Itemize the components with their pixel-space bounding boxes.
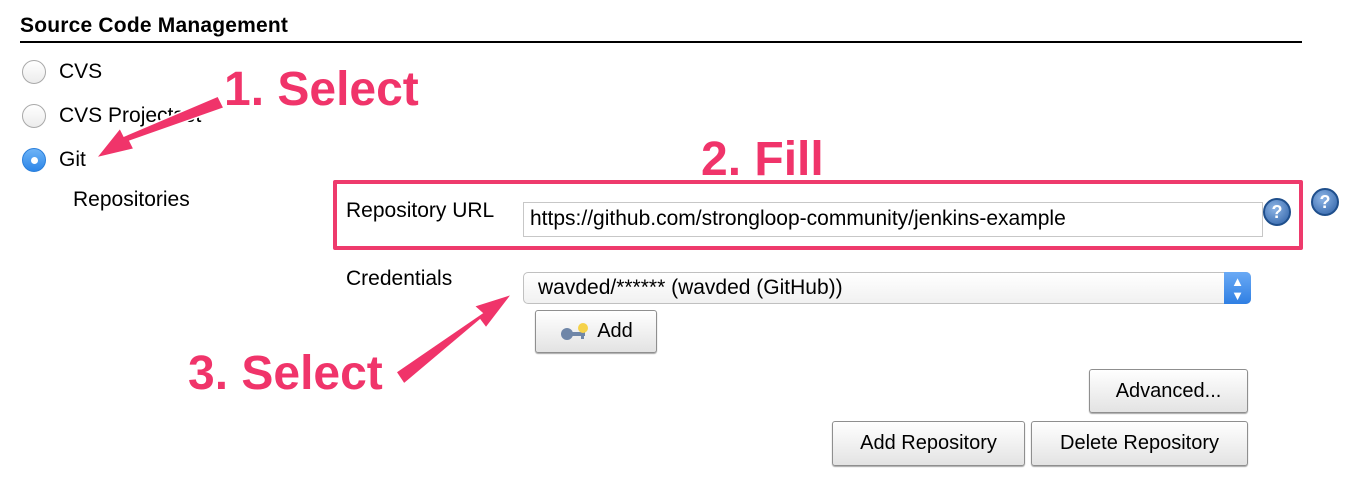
annotation-arrow-3 [394,292,515,386]
annotation-arrow-1 [94,95,226,160]
annotation-step-3: 3. Select [188,347,383,400]
annotation-step-1: 1. Select [224,63,419,116]
annotation-arrows [94,95,515,386]
annotation-step-2: 2. Fill [701,133,824,186]
